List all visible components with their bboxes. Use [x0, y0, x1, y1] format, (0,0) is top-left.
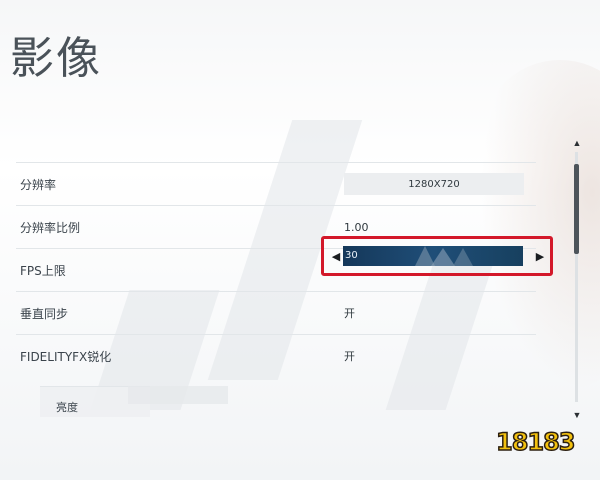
triangle-left-icon[interactable]: ◀	[329, 248, 343, 264]
watermark-logo: 18183	[492, 422, 592, 466]
scroll-up-icon[interactable]: ▲	[571, 138, 583, 148]
scroll-thumb[interactable]	[574, 164, 579, 254]
setting-label: 分辨率	[20, 177, 57, 192]
setting-label: 亮度	[56, 401, 78, 414]
fps-value-bar[interactable]: 30	[343, 246, 523, 266]
setting-label: 分辨率比例	[20, 220, 81, 235]
settings-list: 分辨率 1280X720 分辨率比例 1.00 FPS上限 ◀ 30 ▶ 垂直同…	[16, 162, 553, 377]
fps-limit-stepper[interactable]: ◀ 30 ▶	[321, 236, 553, 276]
setting-row-vsync[interactable]: 垂直同步 开	[16, 291, 536, 334]
resolution-scale-value[interactable]: 1.00	[344, 221, 369, 234]
setting-row-resolution[interactable]: 分辨率 1280X720	[16, 162, 536, 205]
fidelityfx-value[interactable]: 开	[344, 348, 355, 364]
setting-label: FPS上限	[20, 263, 66, 278]
scroll-down-icon[interactable]: ▼	[571, 410, 583, 420]
setting-row-fps-limit[interactable]: FPS上限 ◀ 30 ▶	[16, 236, 553, 291]
scrollbar[interactable]: ▲ ▼	[571, 138, 583, 420]
bar-pattern	[415, 246, 473, 266]
brightness-control[interactable]	[128, 386, 228, 404]
setting-label: 垂直同步	[20, 306, 69, 321]
watermark-text: 18183	[495, 427, 576, 457]
setting-label: FIDELITYFX锐化	[20, 349, 112, 364]
triangle-right-icon[interactable]: ▶	[533, 248, 547, 264]
page-title: 影像	[10, 33, 102, 84]
resolution-value[interactable]: 1280X720	[344, 173, 524, 195]
fps-value: 30	[345, 250, 358, 261]
vsync-value[interactable]: 开	[344, 305, 355, 321]
setting-row-fidelityfx[interactable]: FIDELITYFX锐化 开	[16, 334, 536, 377]
